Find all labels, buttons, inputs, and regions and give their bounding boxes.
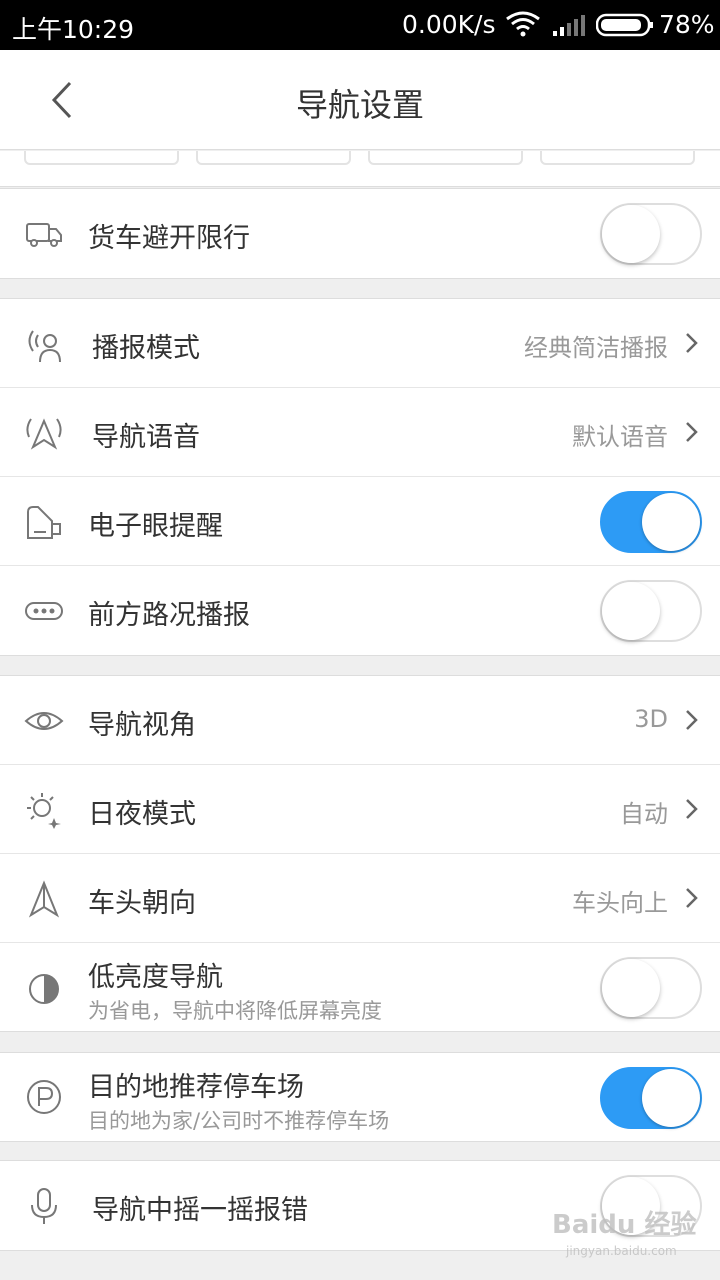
wifi-icon [506,11,540,37]
toggle-knob [602,959,660,1017]
heading-label: 车头朝向 [88,888,196,919]
low-brightness-toggle[interactable] [600,957,702,1019]
view-angle-label: 导航视角 [88,710,196,741]
chevron-right-icon [686,888,698,908]
watermark-logo: Baidu 经验 [552,1210,697,1240]
status-time: 上午10:29 [12,15,135,44]
camera-alert-row: 电子眼提醒 [0,477,720,566]
truck-avoid-toggle[interactable] [600,203,702,265]
day-night-value: 自动 [620,800,668,828]
route-preference-chip[interactable] [368,151,523,165]
truck-group: 货车避开限行 [0,188,720,279]
broadcast-mode-row[interactable]: 播报模式 经典简洁播报 [0,299,720,388]
dots-icon [25,602,63,620]
speaker-person-icon [28,330,61,363]
heading-value: 车头向上 [572,889,668,917]
view-angle-row[interactable]: 导航视角 3D [0,676,720,765]
status-net-speed: 0.00K/s [402,10,496,39]
toggle-knob [602,582,660,640]
nav-voice-icon [26,418,62,450]
voice-group: 播报模式 经典简洁播报 导航语音 默认语音 电子眼提醒 前方路况播报 [0,298,720,656]
watermark-url: jingyan.baidu.com [566,1244,677,1258]
microphone-icon [31,1188,57,1224]
camera-alert-toggle[interactable] [600,491,702,553]
page-title: 导航设置 [295,86,424,124]
broadcast-mode-value: 经典简洁播报 [524,334,668,362]
traffic-ahead-row: 前方路况播报 [0,566,720,655]
eye-icon [24,712,64,730]
display-group: 导航视角 3D 日夜模式 自动 车头朝向 车头向上 低亮度导航 为省电，导航中将… [0,675,720,1032]
chevron-right-icon [686,422,698,442]
route-preference-chip[interactable] [540,151,695,165]
status-bar: 上午10:29 0.00K/s 78% [0,0,720,50]
chevron-right-icon [686,799,698,819]
camera-alert-label: 电子眼提醒 [88,511,223,542]
route-preference-chip[interactable] [24,151,179,165]
broadcast-mode-label: 播报模式 [92,333,200,364]
truck-avoid-row[interactable]: 货车避开限行 [0,189,720,278]
route-preference-chip[interactable] [196,151,351,165]
battery-icon [596,13,653,37]
parking-recommend-label: 目的地推荐停车场 [88,1072,304,1103]
arrow-icon [28,880,60,918]
parking-recommend-sub: 目的地为家/公司时不推荐停车场 [88,1109,390,1133]
truck-icon [26,223,62,247]
nav-voice-label: 导航语音 [92,422,200,453]
nav-voice-value: 默认语音 [572,423,668,451]
day-night-label: 日夜模式 [88,799,196,830]
traffic-ahead-label: 前方路况播报 [88,600,250,631]
parking-recommend-row: 目的地推荐停车场 目的地为家/公司时不推荐停车场 [0,1053,720,1141]
sun-moon-icon [27,793,61,829]
toggle-knob [642,1069,700,1127]
chevron-right-icon [686,333,698,353]
traffic-ahead-toggle[interactable] [600,580,702,642]
low-brightness-label: 低亮度导航 [88,962,223,993]
toggle-knob [602,205,660,263]
low-brightness-row: 低亮度导航 为省电，导航中将降低屏幕亮度 [0,943,720,1031]
chevron-right-icon [686,710,698,730]
route-preference-strip [0,151,720,187]
camera-icon [27,506,61,539]
parking-group: 目的地推荐停车场 目的地为家/公司时不推荐停车场 [0,1052,720,1142]
contrast-icon [29,974,59,1004]
low-brightness-sub: 为省电，导航中将降低屏幕亮度 [88,999,382,1023]
heading-row[interactable]: 车头朝向 车头向上 [0,854,720,943]
parking-icon [27,1080,61,1114]
status-battery: 78% [659,10,715,39]
header: 导航设置 [0,50,720,150]
nav-voice-row[interactable]: 导航语音 默认语音 [0,388,720,477]
toggle-knob [642,493,700,551]
truck-avoid-label: 货车避开限行 [88,223,250,254]
day-night-row[interactable]: 日夜模式 自动 [0,765,720,854]
shake-report-label: 导航中摇一摇报错 [92,1195,308,1226]
parking-recommend-toggle[interactable] [600,1067,702,1129]
signal-icon [553,15,585,36]
view-angle-value: 3D [634,705,668,733]
